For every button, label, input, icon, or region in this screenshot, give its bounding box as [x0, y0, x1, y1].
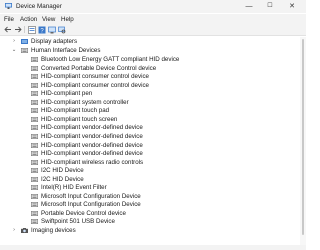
hid-device-icon — [31, 185, 38, 191]
status-bar — [0, 245, 306, 250]
hid-device-icon — [31, 168, 38, 174]
hid-device-icon — [31, 125, 38, 131]
vertical-scrollbar[interactable] — [300, 37, 306, 245]
help-icon[interactable]: ? — [37, 25, 46, 34]
title-bar[interactable]: Device Manager — ☐ ✕ — [0, 0, 306, 13]
device-manager-icon — [5, 3, 12, 9]
tree-node-label: Human Interface Devices — [31, 47, 101, 54]
scan-hardware-icon[interactable] — [57, 25, 66, 34]
device-manager-window: Device Manager — ☐ ✕ File Action View He… — [0, 0, 306, 250]
tree-node-imaging-devices[interactable]: › Imaging devices — [0, 226, 300, 235]
menu-help[interactable]: Help — [61, 16, 74, 23]
menu-view[interactable]: View — [42, 16, 55, 23]
menu-file[interactable]: File — [4, 16, 14, 23]
hid-device-icon — [31, 99, 38, 105]
close-button[interactable]: ✕ — [284, 0, 300, 13]
hid-category-icon — [21, 48, 28, 53]
hid-device-icon — [31, 82, 38, 88]
hid-device-icon — [31, 74, 38, 80]
menu-bar: File Action View Help — [0, 14, 306, 24]
hid-device-icon — [31, 176, 38, 182]
properties-icon[interactable] — [27, 25, 36, 34]
forward-arrow-icon[interactable] — [13, 25, 22, 34]
hid-device-icon — [31, 116, 38, 122]
hid-device-icon — [31, 202, 38, 208]
maximize-button[interactable]: ☐ — [262, 0, 278, 13]
minimize-button[interactable]: — — [241, 0, 257, 13]
tree-node-label: Display adapters — [31, 38, 78, 45]
hid-device-icon — [31, 65, 38, 71]
scrollbar-thumb[interactable] — [302, 39, 304, 235]
hid-device-icon — [31, 57, 38, 62]
hid-device-icon — [31, 193, 38, 199]
back-arrow-icon[interactable] — [3, 25, 12, 34]
chevron-right-icon[interactable]: › — [11, 37, 17, 46]
toolbar: ? — [0, 24, 306, 36]
hid-device-icon — [31, 210, 38, 216]
tree-node-human-interface-devices[interactable]: ⌄ Human Interface Devices — [0, 46, 300, 55]
hid-device-icon — [31, 219, 38, 225]
tree-node-display-adapters[interactable]: › Display adapters — [0, 37, 300, 46]
menu-action[interactable]: Action — [20, 16, 37, 23]
hid-device-icon — [31, 159, 38, 165]
hid-device-icon — [31, 91, 38, 97]
display-adapter-icon — [21, 39, 28, 44]
hid-device-icon — [31, 133, 38, 139]
window-title: Device Manager — [16, 3, 62, 10]
hid-device-icon — [31, 108, 38, 114]
chevron-right-icon[interactable]: › — [11, 226, 17, 235]
tree-node-label: Imaging devices — [31, 227, 76, 234]
hid-device-icon — [31, 142, 38, 148]
chevron-down-icon[interactable]: ⌄ — [11, 46, 17, 55]
hid-device-icon — [31, 151, 38, 157]
device-tree: › Display adapters ⌄ Human Interface Dev… — [0, 37, 300, 245]
camera-icon — [21, 228, 28, 233]
update-driver-icon[interactable] — [47, 25, 56, 34]
toolbar-separator — [24, 26, 25, 33]
